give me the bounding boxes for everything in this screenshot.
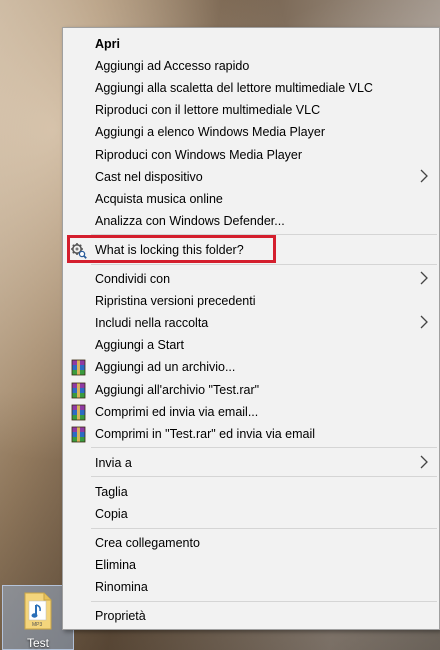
winrar-icon — [70, 426, 87, 443]
gear-magnifier-icon — [70, 242, 87, 259]
menu-item-crea-collegamento[interactable]: Crea collegamento — [63, 532, 439, 554]
menu-item-label: Invia a — [95, 455, 132, 470]
menu-item-acquista-musica-online[interactable]: Acquista musica online — [63, 188, 439, 210]
menu-item-label: Taglia — [95, 484, 128, 499]
menu-item-label: Proprietà — [95, 609, 146, 624]
menu-item-invia-a[interactable]: Invia a — [63, 452, 439, 474]
menu-item-riproduci-con-windows-media-player[interactable]: Riproduci con Windows Media Player — [63, 144, 439, 166]
menu-item-analizza-con-windows-defender[interactable]: Analizza con Windows Defender... — [63, 210, 439, 232]
menu-item-taglia[interactable]: Taglia — [63, 481, 439, 503]
menu-item-aggiungi-all-archivio-test-rar[interactable]: Aggiungi all'archivio "Test.rar" — [63, 379, 439, 401]
menu-item-label: Comprimi ed invia via email... — [95, 404, 259, 419]
menu-item-ripristina-versioni-precedenti[interactable]: Ripristina versioni precedenti — [63, 290, 439, 312]
menu-item-aggiungi-a-elenco-windows-media-player[interactable]: Aggiungi a elenco Windows Media Player — [63, 121, 439, 143]
chevron-right-icon — [419, 455, 429, 469]
chevron-right-icon — [419, 169, 429, 183]
menu-separator — [91, 476, 437, 478]
menu-item-comprimi-in-test-rar-ed-invia-via-email[interactable]: Comprimi in "Test.rar" ed invia via emai… — [63, 423, 439, 445]
winrar-icon — [70, 359, 87, 376]
menu-item-copia[interactable]: Copia — [63, 503, 439, 525]
menu-separator — [91, 527, 437, 529]
menu-item-riproduci-con-il-lettore-multimediale-vlc[interactable]: Riproduci con il lettore multimediale VL… — [63, 99, 439, 121]
menu-item-label: Riproduci con il lettore multimediale VL… — [95, 103, 321, 118]
menu-item-label: Aggiungi a Start — [95, 338, 184, 353]
menu-item-apri[interactable]: Apri — [63, 33, 439, 55]
menu-item-label: Aggiungi a elenco Windows Media Player — [95, 125, 325, 140]
menu-item-aggiungi-alla-scaletta-del-lettore-multimediale-vlc[interactable]: Aggiungi alla scaletta del lettore multi… — [63, 77, 439, 99]
menu-separator — [91, 234, 437, 236]
menu-item-what-is-locking-this-folder[interactable]: What is locking this folder? — [63, 239, 439, 261]
menu-item-label: Analizza con Windows Defender... — [95, 213, 285, 228]
file-badge: MP3 — [32, 622, 43, 628]
desktop-file-label: Test — [26, 636, 49, 650]
menu-item-label: Copia — [95, 507, 128, 521]
menu-item-label: What is locking this folder? — [95, 242, 244, 257]
winrar-icon — [70, 404, 87, 421]
menu-item-label: Acquista musica online — [95, 191, 223, 206]
menu-item-label: Includi nella raccolta — [95, 316, 209, 331]
menu-item-label: Rinomina — [95, 580, 148, 595]
menu-separator — [91, 263, 437, 265]
menu-item-label: Aggiungi all'archivio "Test.rar" — [95, 382, 260, 397]
chevron-right-icon — [419, 315, 429, 329]
menu-item-label: Crea collegamento — [95, 536, 200, 551]
context-menu: Apri Aggiungi ad Accesso rapido Aggiungi a… — [62, 27, 440, 630]
menu-item-label: Elimina — [95, 558, 136, 573]
menu-separator — [91, 600, 437, 602]
menu-item-comprimi-ed-invia-via-email[interactable]: Comprimi ed invia via email... — [63, 401, 439, 423]
menu-item-includi-nella-raccolta[interactable]: Includi nella raccolta — [63, 312, 439, 334]
menu-item-label: Comprimi in "Test.rar" ed invia via emai… — [95, 426, 316, 441]
menu-item-label: Aggiungi ad un archivio... — [95, 360, 236, 375]
menu-item-label: Ripristina versioni precedenti — [95, 294, 256, 309]
menu-item-aggiungi-ad-accesso-rapido[interactable]: Aggiungi ad Accesso rapido — [63, 55, 439, 77]
menu-item-label: Aggiungi ad Accesso rapido — [95, 59, 250, 74]
menu-item-label: Cast nel dispositivo — [95, 169, 203, 184]
menu-item-aggiungi-a-start[interactable]: Aggiungi a Start — [63, 334, 439, 356]
menu-item-label: Condividi con — [95, 272, 171, 286]
menu-item-label: Aggiungi alla scaletta del lettore multi… — [95, 81, 373, 96]
mp3-file-icon: MP3 — [24, 592, 52, 630]
menu-item-label: Apri — [95, 37, 120, 51]
winrar-icon — [70, 382, 87, 399]
chevron-right-icon — [419, 271, 429, 285]
menu-item-elimina[interactable]: Elimina — [63, 554, 439, 576]
menu-item-label: Riproduci con Windows Media Player — [95, 147, 303, 162]
menu-item-proprieta[interactable]: Proprietà — [63, 605, 439, 627]
menu-item-condividi-con[interactable]: Condividi con — [63, 268, 439, 290]
menu-item-cast-nel-dispositivo[interactable]: Cast nel dispositivo — [63, 166, 439, 188]
menu-separator — [91, 447, 437, 449]
menu-item-rinomina[interactable]: Rinomina — [63, 576, 439, 598]
menu-item-aggiungi-ad-un-archivio[interactable]: Aggiungi ad un archivio... — [63, 356, 439, 378]
